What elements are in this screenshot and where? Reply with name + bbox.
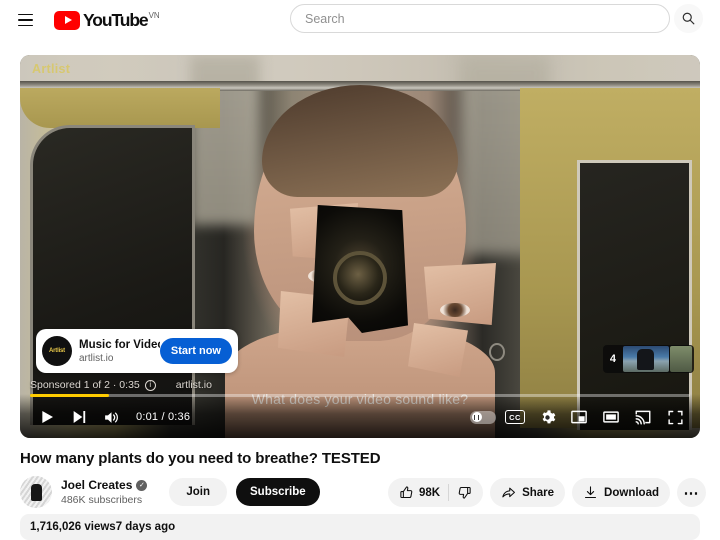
ad-domain: artlist.io <box>79 352 114 364</box>
progress-bar-fill <box>30 394 110 397</box>
play-icon <box>42 411 53 423</box>
fullscreen-button[interactable] <box>660 404 690 430</box>
advertiser-domain: artlist.io <box>175 379 212 391</box>
captions-icon: CC <box>505 410 525 424</box>
ad-overlay-card[interactable]: Artlist Music for Video artlist.io Start… <box>36 329 238 373</box>
scene-subject-eye <box>440 303 470 317</box>
scene-subject-hair <box>262 85 458 197</box>
player-controls-right: CC <box>468 404 690 430</box>
settings-button[interactable] <box>532 404 562 430</box>
volume-icon <box>104 411 118 423</box>
thumbs-up-icon <box>400 486 413 499</box>
autoplay-toggle-button[interactable] <box>468 404 498 430</box>
gear-icon <box>542 409 555 423</box>
queue-thumbnail <box>623 346 669 372</box>
youtube-logo-text: YouTube <box>83 10 149 30</box>
advertiser-watermark: Artlist <box>32 62 71 76</box>
advertiser-logo-icon: Artlist <box>42 336 72 366</box>
youtube-play-icon <box>54 11 80 30</box>
video-queue-badge[interactable]: 4 <box>602 345 694 373</box>
player-controls-bar: 0:01 / 0:36 CC <box>20 394 700 438</box>
channel-subscriber-count: 486K subscribers <box>61 493 143 506</box>
ad-cta-button[interactable]: Start now <box>159 338 232 364</box>
channel-name-row: Joel Creates ✓ <box>61 478 148 493</box>
masthead: YouTube VN <box>0 0 720 40</box>
video-description-box[interactable]: 1,716,026 views 7 days ago <box>20 514 700 540</box>
scene-sky <box>20 55 700 81</box>
volume-button[interactable] <box>96 404 126 430</box>
queue-thumbnail <box>670 346 692 372</box>
fullscreen-icon <box>667 410 683 424</box>
download-label: Download <box>604 486 659 499</box>
theater-mode-icon <box>603 411 619 423</box>
like-dislike-group: 98K <box>387 478 484 507</box>
info-icon[interactable]: i <box>144 379 156 391</box>
video-action-buttons: 98K Share Download ⋯ <box>387 478 706 507</box>
share-label: Share <box>522 486 555 499</box>
search-button[interactable] <box>674 4 703 33</box>
advertiser-logo-text: Artlist <box>49 348 65 354</box>
autoplay-toggle-icon <box>470 410 496 424</box>
thumbs-down-icon <box>458 486 471 499</box>
channel-name[interactable]: Joel Creates <box>61 478 132 493</box>
ad-title: Music for Video <box>79 338 160 351</box>
next-video-icon <box>73 411 86 423</box>
cast-icon <box>635 410 651 425</box>
scene-car-body-left <box>20 88 220 128</box>
next-video-button[interactable] <box>64 404 94 430</box>
channel-avatar[interactable] <box>20 476 52 508</box>
search-area <box>290 4 703 33</box>
video-title: How many plants do you need to breathe? … <box>20 450 381 467</box>
divider <box>448 484 450 501</box>
time-display: 0:01 / 0:36 <box>136 411 191 423</box>
queue-count: 4 <box>609 353 616 365</box>
autoplay-toggle-knob <box>471 412 482 422</box>
ad-card-text: Music for Video artlist.io <box>79 338 160 365</box>
scene-car-window-right <box>577 160 692 430</box>
video-player[interactable]: Artlist What does your video sound like?… <box>20 55 700 438</box>
country-code-label: VN <box>148 11 160 20</box>
channel-info: Joel Creates ✓ 486K subscribers <box>61 478 148 507</box>
progress-bar-track[interactable] <box>30 394 690 397</box>
join-button[interactable]: Join <box>169 478 228 506</box>
share-button[interactable]: Share <box>490 478 566 507</box>
hamburger-menu-icon[interactable] <box>12 7 38 33</box>
captions-button[interactable]: CC <box>500 404 530 430</box>
search-icon <box>682 12 695 25</box>
channel-row: Joel Creates ✓ 486K subscribers Join Sub… <box>20 476 320 508</box>
youtube-logo[interactable]: YouTube VN <box>54 10 160 30</box>
like-count: 98K <box>418 486 441 499</box>
verified-badge-icon: ✓ <box>136 479 148 491</box>
like-button[interactable]: 98K <box>399 485 440 500</box>
subscribe-button[interactable]: Subscribe <box>236 478 320 506</box>
scene-camera-lens-ring <box>333 251 387 305</box>
publish-date: 7 days ago <box>115 521 176 533</box>
scene-subject-earring <box>489 343 505 361</box>
theater-mode-button[interactable] <box>596 404 626 430</box>
view-count: 1,716,026 views <box>30 521 116 533</box>
download-icon <box>585 486 597 499</box>
download-button[interactable]: Download <box>572 478 670 507</box>
miniplayer-icon <box>571 410 587 424</box>
more-actions-button[interactable]: ⋯ <box>677 478 706 507</box>
cast-button[interactable] <box>628 404 658 430</box>
play-button[interactable] <box>32 404 62 430</box>
sponsored-label: Sponsored 1 of 2 · 0:35 <box>30 379 140 391</box>
player-controls-left: 0:01 / 0:36 <box>32 404 190 430</box>
share-icon <box>502 487 516 498</box>
dislike-button[interactable] <box>457 485 472 500</box>
search-input[interactable] <box>305 11 655 26</box>
miniplayer-button[interactable] <box>564 404 594 430</box>
sponsored-info-row: Sponsored 1 of 2 · 0:35 i artlist.io <box>30 379 212 391</box>
search-box[interactable] <box>290 4 670 33</box>
